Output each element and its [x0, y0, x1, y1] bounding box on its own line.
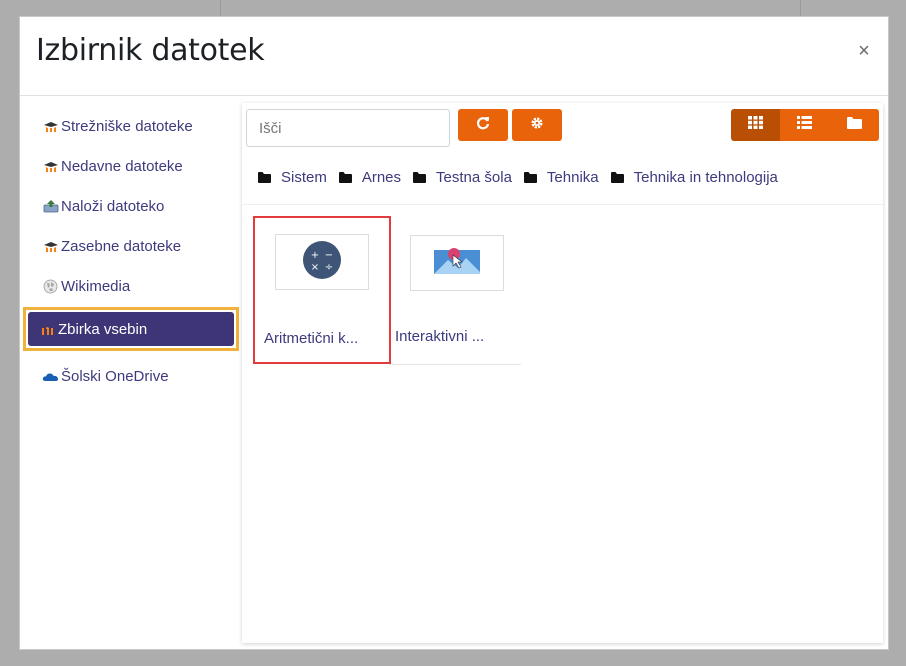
- moodle-hat-icon: [42, 239, 59, 253]
- list-view-button[interactable]: [780, 109, 829, 141]
- upload-icon: [42, 199, 59, 213]
- breadcrumb-label: Tehnika: [546, 168, 599, 186]
- wikimedia-globe-icon: [42, 279, 59, 293]
- background-divider: [800, 0, 801, 16]
- moodle-hat-icon: [42, 159, 59, 173]
- onedrive-cloud-icon: [42, 369, 59, 383]
- breadcrumb-label: Testna šola: [436, 168, 512, 186]
- file-item[interactable]: Interaktivni ...: [389, 218, 527, 366]
- breadcrumb-divider: [242, 204, 883, 205]
- repo-item-label: Nedavne datoteke: [61, 157, 183, 175]
- file-underline: [389, 364, 521, 365]
- svg-text:÷: ÷: [325, 262, 333, 273]
- breadcrumb-item[interactable]: Sistem: [258, 169, 327, 186]
- file-browser-panel: Sistem Arnes Testna šola Tehnika Tehnika…: [242, 103, 883, 643]
- repo-item-label: Naloži datoteko: [61, 197, 165, 215]
- grid-view-button[interactable]: [731, 109, 780, 141]
- search-input[interactable]: [246, 109, 450, 147]
- breadcrumb-label: Tehnika in tehnologija: [633, 168, 778, 186]
- interactive-image-icon: [434, 246, 480, 281]
- grid-view-icon: [748, 116, 763, 134]
- file-picker-dialog: Izbirnik datotek × Strežniške datoteke N…: [19, 16, 889, 650]
- svg-text:−: −: [325, 250, 333, 261]
- background-divider: [220, 0, 221, 16]
- list-view-icon: [797, 116, 812, 134]
- close-button[interactable]: ×: [854, 41, 874, 61]
- repo-item-recent-files[interactable]: Nedavne datoteke: [28, 147, 234, 185]
- repo-item-upload-file[interactable]: Naloži datoteko: [28, 187, 234, 225]
- gear-icon: [530, 116, 544, 135]
- file-name: Aritmetični k...: [264, 330, 359, 347]
- repo-item-onedrive[interactable]: Šolski OneDrive: [28, 357, 234, 395]
- folder-icon: [610, 171, 624, 183]
- svg-text:+: +: [311, 250, 319, 261]
- breadcrumb-item[interactable]: Testna šola: [413, 169, 512, 186]
- svg-text:×: ×: [311, 262, 319, 273]
- folder-icon: [338, 171, 352, 183]
- repo-item-content-bank[interactable]: Zbirka vsebin: [23, 307, 239, 351]
- folder-icon: [523, 171, 537, 183]
- repo-item-label: Wikimedia: [61, 277, 131, 295]
- folder-icon: [258, 171, 271, 183]
- file-thumbnail: + − × ÷: [275, 234, 369, 290]
- repo-item-wikimedia[interactable]: Wikimedia: [28, 267, 234, 305]
- repo-item-server-files[interactable]: Strežniške datoteke: [28, 107, 234, 145]
- breadcrumb-item[interactable]: Tehnika in tehnologija: [610, 168, 778, 186]
- refresh-icon: [476, 116, 490, 135]
- view-mode-toggle: [731, 109, 879, 141]
- settings-button[interactable]: [512, 109, 562, 141]
- folder-icon: [413, 171, 427, 183]
- folder-view-icon: [846, 116, 862, 134]
- repo-item-private-files[interactable]: Zasebne datoteke: [28, 227, 234, 265]
- breadcrumb-label: Arnes: [361, 168, 402, 186]
- repo-item-label: Strežniške datoteke: [61, 117, 193, 135]
- repo-item-label: Zasebne datoteke: [61, 237, 182, 255]
- folder-view-button[interactable]: [829, 109, 879, 141]
- file-item[interactable]: + − × ÷ Aritmetični k...: [253, 216, 391, 364]
- repo-item-label: Šolski OneDrive: [61, 367, 169, 385]
- breadcrumb-label: Sistem: [281, 168, 327, 186]
- dialog-header: Izbirnik datotek ×: [20, 17, 888, 96]
- repo-item-label: Zbirka vsebin: [58, 320, 148, 338]
- refresh-button[interactable]: [458, 109, 508, 141]
- content-bank-icon: [39, 322, 56, 336]
- repo-item-content-bank-inner[interactable]: Zbirka vsebin: [28, 312, 234, 346]
- breadcrumb-item[interactable]: Tehnika: [523, 168, 599, 186]
- arithmetic-quiz-icon: + − × ÷: [302, 240, 342, 285]
- file-thumbnail: [410, 235, 504, 291]
- dialog-title: Izbirnik datotek: [36, 33, 265, 68]
- breadcrumb-item[interactable]: Arnes: [338, 168, 402, 186]
- breadcrumb: Sistem Arnes Testna šola Tehnika Tehnika…: [258, 167, 790, 187]
- moodle-hat-icon: [42, 119, 59, 133]
- file-name: Interaktivni ...: [395, 328, 485, 345]
